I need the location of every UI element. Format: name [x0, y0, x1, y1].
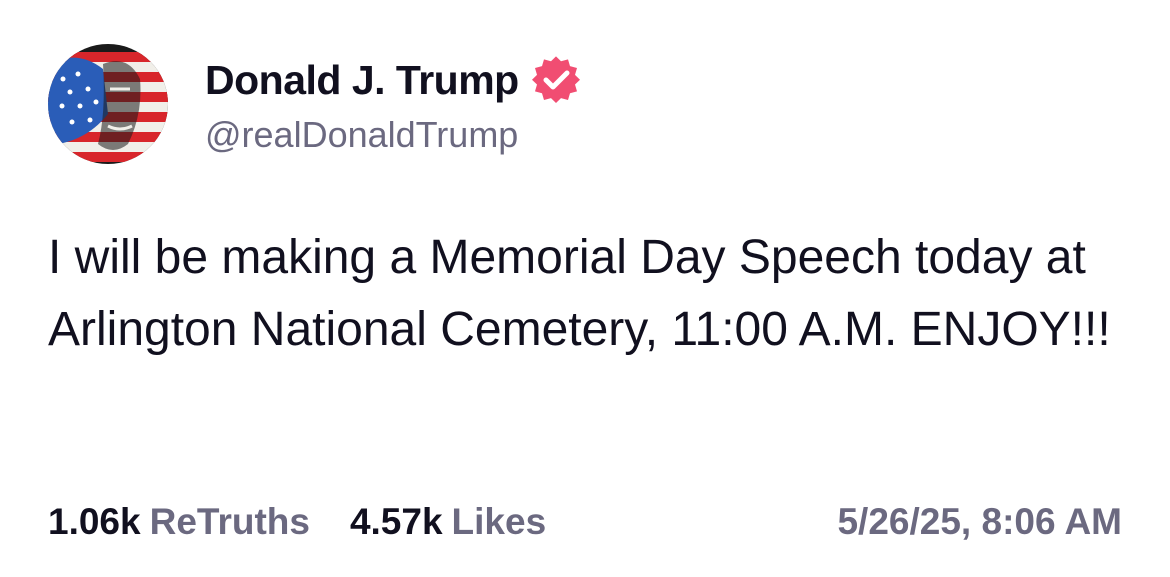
retruths-count: 1.06k	[48, 501, 141, 542]
retruths-stat[interactable]: 1.06k ReTruths	[48, 501, 310, 543]
post-timestamp[interactable]: 5/26/25, 8:06 AM	[837, 501, 1122, 543]
author-identity: Donald J. Trump @realDonaldTrump	[205, 52, 581, 156]
avatar[interactable]	[48, 44, 168, 164]
truth-post: Donald J. Trump @realDonaldTrump I will …	[0, 0, 1170, 577]
post-body-text: I will be making a Memorial Day Speech t…	[48, 231, 1111, 356]
likes-count: 4.57k	[349, 501, 443, 542]
likes-stat[interactable]: 4.57k Likes	[350, 501, 546, 543]
name-row: Donald J. Trump	[205, 52, 581, 108]
verified-badge-icon	[531, 55, 581, 105]
likes-label: Likes	[451, 501, 547, 542]
author-display-name[interactable]: Donald J. Trump	[205, 57, 519, 104]
post-header: Donald J. Trump @realDonaldTrump	[48, 44, 581, 164]
avatar-flag-portrait-icon	[48, 44, 168, 164]
author-handle[interactable]: @realDonaldTrump	[205, 114, 581, 156]
post-footer: 1.06k ReTruths 4.57k Likes 5/26/25, 8:06…	[48, 498, 1122, 546]
retruths-label: ReTruths	[149, 501, 310, 542]
